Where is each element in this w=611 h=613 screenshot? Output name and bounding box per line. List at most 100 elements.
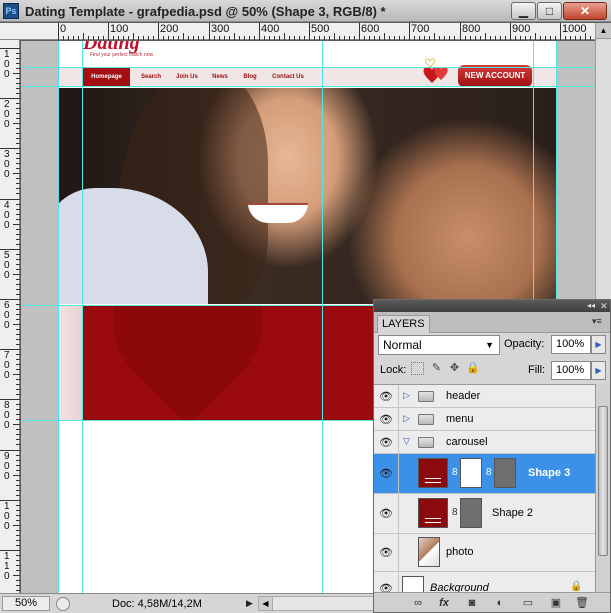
visibility-eye-icon[interactable]: 👁 — [377, 436, 395, 449]
ruler-minor-tick — [439, 36, 440, 40]
panel-title-bar[interactable]: ◂◂ ✕ — [374, 300, 610, 312]
folder-icon — [418, 437, 434, 448]
ruler-minor-tick — [575, 36, 576, 40]
ruler-minor-tick — [379, 36, 380, 40]
layer-thumbnail[interactable] — [418, 537, 440, 567]
ruler-major-tick — [108, 23, 109, 40]
fill-field[interactable]: 100% — [551, 361, 591, 380]
layer-row-shape-2[interactable]: 👁 8 Shape 2 — [374, 494, 595, 534]
status-info-icon[interactable] — [56, 597, 70, 611]
visibility-eye-icon[interactable]: 👁 — [377, 582, 395, 592]
ruler-minor-tick — [13, 173, 20, 174]
layer-list-scrollbar[interactable] — [595, 384, 610, 592]
layer-row-carousel[interactable]: 👁 ▽ carousel — [374, 431, 595, 454]
visibility-eye-icon[interactable]: 👁 — [377, 507, 395, 520]
ruler-minor-tick — [16, 133, 20, 134]
opacity-field[interactable]: 100% — [551, 335, 591, 354]
expand-triangle-icon[interactable]: ▷ — [403, 390, 410, 401]
layer-thumbnail[interactable] — [418, 498, 448, 528]
guide-vertical[interactable] — [322, 41, 323, 593]
ruler-minor-tick — [16, 193, 20, 194]
ruler-label: 3 0 0 — [4, 149, 10, 180]
ruler-major-tick — [158, 23, 159, 40]
ruler-label: 6 0 0 — [4, 300, 10, 331]
document-title-bar[interactable]: Ps Dating Template - grafpedia.psd @ 50%… — [0, 0, 611, 22]
new-layer-icon[interactable]: ▣ — [548, 596, 564, 610]
ruler-minor-tick — [16, 470, 20, 471]
new-group-folder-icon[interactable]: ▭ — [520, 596, 536, 610]
document-size-info[interactable]: Doc: 4,58M/14,2M — [112, 598, 202, 610]
layer-row-background[interactable]: 👁 Background 🔒 — [374, 572, 595, 592]
tab-layers[interactable]: LAYERS — [377, 315, 430, 333]
layer-row-header[interactable]: 👁 ▷ header — [374, 385, 595, 408]
ruler-minor-tick — [590, 36, 591, 40]
layer-thumbnail[interactable] — [402, 576, 424, 592]
maximize-button[interactable]: □ — [537, 2, 562, 20]
minimize-button[interactable]: ▁ — [511, 2, 536, 20]
panel-menu-icon[interactable]: ▾≡ — [592, 316, 602, 327]
ruler-major-tick — [58, 23, 59, 40]
visibility-eye-icon[interactable]: 👁 — [377, 413, 395, 426]
status-menu-arrow-icon[interactable]: ▶ — [246, 598, 253, 609]
chain-link-icon[interactable]: 8 — [486, 467, 492, 478]
visibility-eye-icon[interactable]: 👁 — [377, 546, 395, 559]
expand-triangle-icon[interactable]: ▷ — [403, 413, 410, 424]
scroll-left-arrow-icon[interactable]: ◀ — [259, 597, 273, 610]
panel-collapse-icon[interactable]: ◂◂ — [587, 300, 595, 312]
ruler-minor-tick — [16, 520, 20, 521]
blend-mode-select[interactable]: Normal ▼ — [378, 335, 500, 355]
lock-icon: 🔒 — [570, 581, 583, 592]
vector-mask-thumbnail[interactable] — [460, 498, 482, 528]
scroll-up-arrow-icon[interactable]: ▲ — [596, 23, 611, 39]
chain-link-icon[interactable]: 8 — [452, 467, 458, 478]
layer-thumbnail[interactable] — [418, 458, 448, 488]
eye-column-divider — [398, 454, 399, 493]
fx-icon[interactable]: fx — [436, 596, 452, 610]
layer-row-shape-3[interactable]: 👁 8 8 Shape 3 — [374, 454, 595, 494]
ruler-major-tick — [0, 249, 20, 250]
lock-transparency-icon[interactable] — [411, 362, 424, 375]
layer-mask-thumbnail[interactable] — [460, 458, 482, 488]
ruler-minor-tick — [16, 319, 20, 320]
ruler-label: 800 — [462, 23, 481, 35]
canvas-horizontal-scrollbar[interactable]: ◀ — [258, 596, 374, 611]
lock-position-move-icon[interactable]: ✥ — [448, 362, 461, 375]
ruler-label: 2 0 0 — [4, 99, 10, 130]
chain-link-icon[interactable]: 8 — [452, 507, 458, 518]
zoom-level-field[interactable]: 50% — [2, 596, 50, 611]
ruler-minor-tick — [83, 33, 84, 40]
ruler-minor-tick — [580, 36, 581, 40]
trash-icon[interactable]: 🗑 — [574, 596, 590, 610]
add-mask-icon[interactable]: ◙ — [464, 596, 480, 610]
fill-slider-button[interactable]: ▶ — [591, 361, 606, 380]
guide-vertical[interactable] — [58, 41, 59, 593]
guide-vertical[interactable] — [82, 41, 83, 593]
visibility-eye-icon[interactable]: 👁 — [377, 467, 395, 480]
adjustment-layer-icon[interactable]: ◐ — [492, 596, 508, 610]
vertical-ruler[interactable]: 1 0 0 2 0 0 3 0 0 4 0 0 5 0 0 6 0 0 7 0 0 8 0 0… — [0, 40, 20, 596]
collapse-triangle-icon[interactable]: ▽ — [403, 436, 410, 447]
scrollbar-thumb[interactable] — [598, 406, 608, 556]
vector-mask-thumbnail[interactable] — [494, 458, 516, 488]
lock-pixels-brush-icon[interactable]: ✎ — [430, 362, 443, 375]
opacity-slider-button[interactable]: ▶ — [591, 335, 606, 354]
ruler-minor-tick — [465, 36, 466, 40]
guide-horizontal[interactable] — [21, 86, 595, 87]
ruler-label: 300 — [211, 23, 230, 35]
mockup-nav-blog: Blog — [243, 74, 257, 80]
guide-horizontal[interactable] — [21, 67, 595, 68]
layer-row-photo[interactable]: 👁 photo — [374, 534, 595, 572]
ruler-minor-tick — [128, 36, 129, 40]
visibility-eye-icon[interactable]: 👁 — [377, 390, 395, 403]
mockup-new-account-button: NEW ACCOUNT — [458, 65, 532, 87]
horizontal-ruler[interactable]: 0 100 200 300 400 500 600 700 800 900 1000 — [0, 23, 606, 40]
ruler-minor-tick — [88, 36, 89, 40]
lock-all-icon[interactable]: 🔒 — [466, 362, 480, 375]
close-button[interactable]: ✕ — [563, 2, 607, 20]
ruler-minor-tick — [299, 36, 300, 40]
panel-close-icon[interactable]: ✕ — [600, 300, 608, 312]
layer-row-menu[interactable]: 👁 ▷ menu — [374, 408, 595, 431]
ruler-minor-tick — [16, 339, 20, 340]
link-layers-icon[interactable]: ∞ — [410, 596, 426, 610]
ruler-minor-tick — [183, 33, 184, 40]
